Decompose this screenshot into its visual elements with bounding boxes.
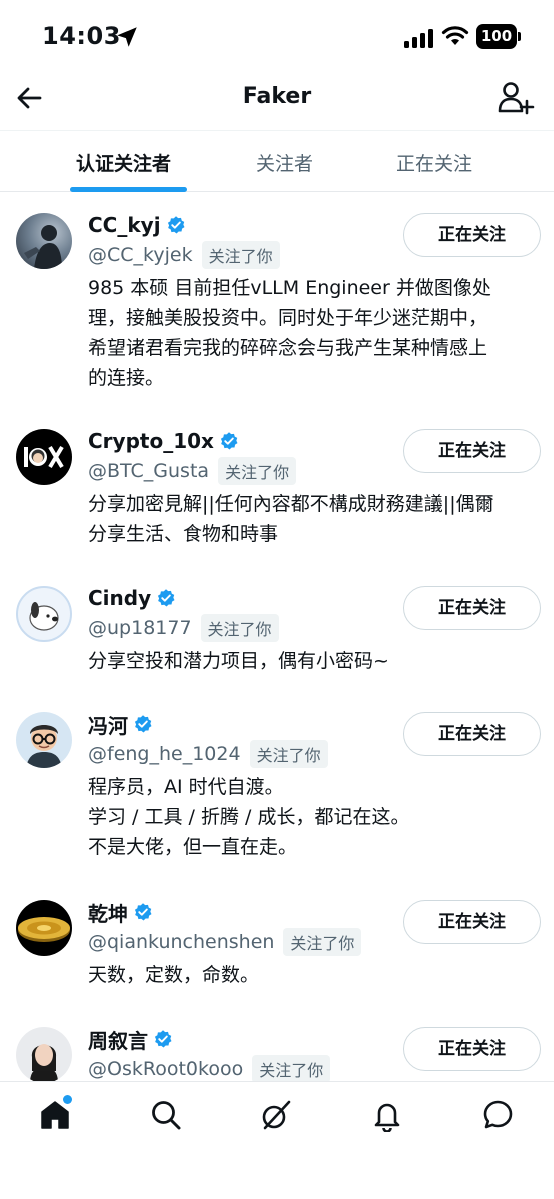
active-tab-indicator <box>70 187 187 192</box>
top-header: Faker <box>0 74 554 130</box>
avatar-image <box>30 1044 58 1081</box>
tab-followers[interactable]: 关注者 <box>256 149 313 176</box>
list-item[interactable]: CC_kyj @CC_kyjek 关注了你 985 本硕 目前担任vLLM En… <box>0 211 554 401</box>
bio-line: 不是大佬，但一直在走。 <box>88 836 298 858</box>
user-name[interactable]: 乾坤 <box>88 898 128 927</box>
follows-you-badge: 关注了你 <box>218 457 297 485</box>
bio-line: 分享生活、食物和時事 <box>88 523 279 545</box>
user-handle: @BTC_Gusta <box>88 460 210 482</box>
user-name[interactable]: 周叙言 <box>88 1025 148 1054</box>
verified-badge-icon <box>134 715 152 733</box>
user-bio: 天数，定数，命数。 <box>88 960 540 990</box>
bio-line: 分享加密見解||任何內容都不構成財務建議||偶爾 <box>88 493 494 515</box>
avatar[interactable] <box>16 900 72 956</box>
user-handle: @qiankunchenshen <box>88 931 275 953</box>
list-item[interactable]: 冯河 @feng_he_1024 关注了你 程序员，AI 时代自渡。 学习 / … <box>0 710 554 870</box>
verified-badge-icon <box>154 1030 172 1048</box>
message-icon[interactable] <box>481 1098 515 1132</box>
following-button[interactable]: 正在关注 <box>403 900 541 944</box>
search-icon[interactable] <box>149 1098 183 1132</box>
avatar-image <box>24 445 64 469</box>
bottom-nav <box>0 1081 554 1199</box>
follower-tabs: 认证关注者 关注者 正在关注 <box>0 130 554 192</box>
bio-line: 天数，定数，命数。 <box>88 964 260 986</box>
verified-badge-icon <box>220 432 238 450</box>
bio-line: 分享空投和潜力项目，偶有小密码~ <box>88 650 389 672</box>
list-item[interactable]: Crypto_10x @BTC_Gusta 关注了你 分享加密見解||任何內容都… <box>0 427 554 557</box>
wifi-icon <box>441 26 469 45</box>
cellular-signal-icon <box>404 29 433 48</box>
verified-badge-icon <box>134 903 152 921</box>
battery-level: 100 <box>480 27 513 45</box>
user-bio: 程序员，AI 时代自渡。 学习 / 工具 / 折腾 / 成长，都记在这。 不是大… <box>88 772 540 862</box>
following-button[interactable]: 正在关注 <box>403 1027 541 1071</box>
following-button[interactable]: 正在关注 <box>403 712 541 756</box>
avatar[interactable] <box>16 1027 72 1081</box>
follows-you-badge: 关注了你 <box>283 928 362 956</box>
follows-you-badge: 关注了你 <box>200 614 279 642</box>
avatar-image <box>24 225 62 269</box>
home-notification-dot <box>63 1095 72 1104</box>
avatar-image <box>26 725 62 768</box>
bio-line: 希望诸君看完我的碎碎念会与我产生某种情感上 <box>88 337 488 359</box>
bio-line: 理，接触美股投资中。同时处于年少迷茫期中， <box>88 307 488 329</box>
grok-icon[interactable] <box>259 1098 293 1132</box>
list-item[interactable]: Cindy @up18177 关注了你 分享空投和潜力项目，偶有小密码~ 正在关… <box>0 584 554 684</box>
avatar-image <box>18 917 70 942</box>
bio-line: 程序员，AI 时代自渡。 <box>88 776 284 798</box>
bio-line: 的连接。 <box>88 367 165 389</box>
location-arrow-icon <box>117 27 137 47</box>
user-bio: 985 本硕 目前担任vLLM Engineer 并做图像处 理，接触美股投资中… <box>88 273 540 393</box>
bio-line: 学习 / 工具 / 折腾 / 成长，都记在这。 <box>88 806 410 828</box>
user-bio: 分享加密見解||任何內容都不構成財務建議||偶爾 分享生活、食物和時事 <box>88 489 540 549</box>
user-name[interactable]: Crypto_10x <box>88 429 214 453</box>
following-button[interactable]: 正在关注 <box>403 429 541 473</box>
person-add-icon[interactable] <box>496 78 536 118</box>
page-title: Faker <box>242 84 312 109</box>
follows-you-badge: 关注了你 <box>249 740 328 768</box>
verified-badge-icon <box>158 589 175 607</box>
avatar[interactable] <box>16 213 72 269</box>
following-button[interactable]: 正在关注 <box>403 586 541 630</box>
avatar-image <box>29 602 59 631</box>
bio-line: 985 本硕 目前担任vLLM Engineer 并做图像处 <box>88 277 491 299</box>
avatar[interactable] <box>16 429 72 485</box>
battery-icon: 100 <box>476 24 522 49</box>
bell-icon[interactable] <box>370 1098 404 1132</box>
tab-following[interactable]: 正在关注 <box>396 149 472 176</box>
avatar[interactable] <box>16 586 72 642</box>
user-name[interactable]: 冯河 <box>88 710 128 739</box>
avatar[interactable] <box>16 712 72 768</box>
user-handle: @OskRoot0kooo <box>88 1058 244 1080</box>
user-name[interactable]: CC_kyj <box>88 213 161 237</box>
user-list: CC_kyj @CC_kyjek 关注了你 985 本硕 目前担任vLLM En… <box>0 193 554 1081</box>
tab-verified-followers[interactable]: 认证关注者 <box>76 149 171 176</box>
status-time: 14:03 <box>42 22 121 50</box>
following-button[interactable]: 正在关注 <box>403 213 541 257</box>
user-handle: @feng_he_1024 <box>88 743 241 765</box>
list-item[interactable]: 周叙言 @OskRoot0kooo 关注了你 正在关注 <box>0 1025 554 1081</box>
user-name[interactable]: Cindy <box>88 586 151 610</box>
user-handle: @CC_kyjek <box>88 244 193 266</box>
verified-badge-icon <box>167 216 185 234</box>
list-item[interactable]: 乾坤 @qiankunchenshen 关注了你 天数，定数，命数。 正在关注 <box>0 898 554 998</box>
user-handle: @up18177 <box>88 617 192 639</box>
status-bar: 14:03 100 <box>0 0 554 74</box>
follows-you-badge: 关注了你 <box>252 1055 331 1081</box>
follows-you-badge: 关注了你 <box>201 241 280 269</box>
user-bio: 分享空投和潜力项目，偶有小密码~ <box>88 646 540 676</box>
